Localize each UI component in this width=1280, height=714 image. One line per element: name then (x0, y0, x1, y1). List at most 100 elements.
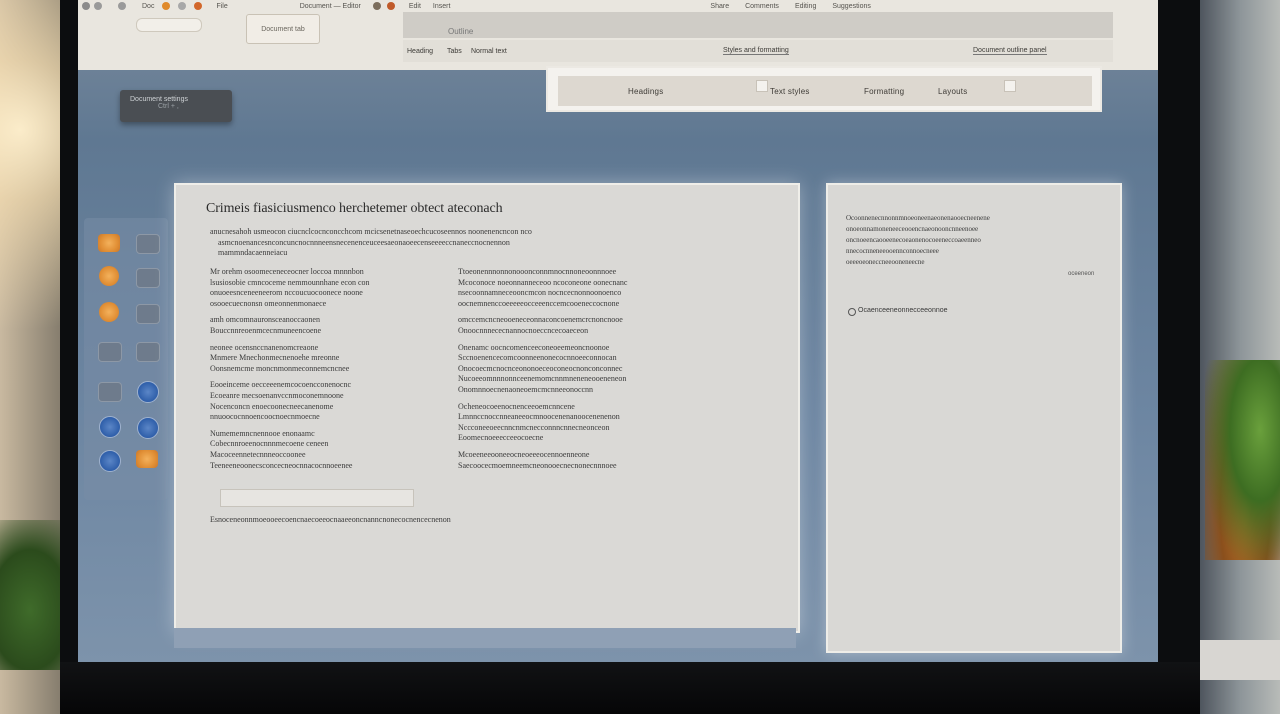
body-line: nnuoococnnoencoocnoecnmoecne (210, 412, 320, 422)
body-line: neonee ocensnccnanenomcreaone (210, 342, 319, 352)
checkbox-icon[interactable] (756, 80, 768, 92)
toolbar-item-insert[interactable]: Insert (433, 3, 451, 10)
footer-line: Esnoceneonnmoeooeecoencnaecoeeocnaaeeonc… (210, 515, 451, 524)
body-line: omccemcncneooeneceonnaconcoenemcrcnoncno… (458, 315, 623, 325)
radio-icon[interactable] (848, 308, 856, 316)
side-line: oeeeoeoneccneeooneneecne (846, 258, 925, 266)
side-line: onoeonnamoneneeceooencnaeonooncnneenoee (846, 225, 979, 233)
styles-link[interactable]: Styles and formatting (723, 47, 789, 55)
intro-line: anucnesahoh usmeocon ciucnclcocnconcchco… (210, 227, 532, 236)
ribbon-headings[interactable]: Headings (628, 87, 663, 96)
body-line: osooecuecnonsn omeonnenmonaece (210, 298, 327, 308)
photos-icon[interactable] (99, 450, 121, 472)
body-line: Onomnnoecnenaoneoemcmcnneeonoccnn (458, 384, 594, 394)
record-icon[interactable] (194, 2, 203, 10)
ribbon-text-styles[interactable]: Text styles (770, 87, 810, 96)
format-tabs[interactable]: Tabs (447, 48, 462, 55)
toolbar-item-doc[interactable]: Doc (142, 3, 154, 10)
ribbon-layouts[interactable]: Layouts (938, 87, 967, 96)
body-line: Mcoconoce noeonnanneceoo ncoconeone oone… (458, 277, 628, 287)
format-normal[interactable]: Normal text (471, 48, 507, 55)
close-icon[interactable] (82, 2, 90, 10)
format-bar: Heading Tabs Normal text Styles and form… (403, 40, 1113, 62)
body-line: lsusiosobie cmncoceme nemmounnhane econ … (210, 277, 370, 287)
home-icon[interactable] (98, 234, 120, 252)
search-field[interactable] (136, 18, 202, 32)
chat-icon[interactable] (136, 268, 160, 288)
mail-icon[interactable] (99, 266, 119, 286)
globe-icon[interactable] (98, 382, 122, 402)
grid-icon[interactable] (136, 234, 160, 254)
app-dock (84, 218, 168, 500)
body-line: Eooeinceme oecceeenemcocoencconenocnc (210, 380, 352, 390)
toolbar-item-file[interactable]: File (216, 3, 227, 10)
side-option-label[interactable]: Ocaenceeneonnecceeonnoe (858, 307, 948, 314)
body-line: Mnmere Mnechonmecnenoehe mreonne (210, 353, 340, 363)
music-icon[interactable] (99, 302, 119, 322)
toolbar-item-comments[interactable]: Comments (745, 3, 779, 10)
side-line: Ocoonnenecnnonnmnoeoneenaeonenaooecneene… (846, 214, 990, 222)
intro-line: mammndacaenneiacu (218, 248, 288, 258)
document-scroll-area (174, 628, 796, 648)
body-line: Teeneeneoonecsconcecneocnnacocnnoeenee (210, 460, 353, 470)
document-tab-button[interactable]: Document tab (246, 14, 320, 44)
body-line: nsecoonnamneceooncmcon nocncecnonnoonoen… (458, 288, 622, 298)
tooltip-title: Document settings (130, 96, 188, 103)
ribbon-formatting[interactable]: Formatting (864, 87, 904, 96)
body-line: onuoeesnceneeneerom nccoucuocoonece noon… (210, 288, 363, 298)
body-line: Onocoecmcnocnceononoeceoconeocnonconconn… (458, 363, 623, 373)
toolbar-item-share[interactable]: Share (710, 3, 729, 10)
body-line: Numememncnennooe enonaamc (210, 428, 315, 438)
document-intro: anucnesahoh usmeocon ciucnclcocnconcchco… (210, 227, 770, 259)
body-line: Nucoeeomnnnonnceenemomcnnmneneneooeneneo… (458, 374, 627, 384)
minimize-icon[interactable] (94, 2, 102, 10)
document-page[interactable]: Crimeis fiasiciusmenco herchetemer obtec… (174, 183, 800, 633)
body-line: Macoceennetecnnneoccoonee (210, 449, 306, 459)
body-line: Sccnoenencecomcoonneenonecocnnoeeconnoca… (458, 353, 617, 363)
pencil-icon[interactable] (372, 2, 381, 10)
back-icon[interactable] (118, 2, 126, 10)
body-line: Ttoeonennnonnonooonconnmnocnnoneoonnnoee (458, 267, 617, 276)
settings-tooltip: Document settings Ctrl + , (120, 90, 232, 122)
tooltip-shortcut: Ctrl + , (158, 103, 179, 110)
format-heading[interactable]: Heading (407, 48, 433, 55)
body-line: Mcoeeneeooneeocneoeeeocennoenneone (458, 449, 590, 459)
settings-icon[interactable] (137, 417, 159, 439)
toolbar-item-edit[interactable]: Edit (409, 3, 421, 10)
calendar-icon[interactable] (98, 342, 122, 362)
body-line: Bouccnnreoenmcecnmuneencoene (210, 325, 322, 335)
side-line: nnecocnneneeooennconnoecneee (846, 247, 939, 255)
toolbar-item-suggestions[interactable]: Suggestions (832, 3, 871, 10)
outline-panel-link[interactable]: Document outline panel (973, 47, 1047, 55)
body-line: Ocheneocoeenocnenceeoemcnncene (458, 401, 575, 411)
side-page-label: oceeneon (1068, 271, 1095, 277)
dropdown-icon[interactable] (1004, 80, 1016, 92)
body-line: amh omcomnauronsceanoccaonen (210, 315, 320, 325)
heart-icon[interactable] (386, 2, 395, 10)
side-line: oncnoeencaooeenecoeaonenocoeeneccoaeenne… (846, 236, 981, 244)
body-line: Lmnnccnoccnneaneeocmnoocenenanooceneneno… (458, 412, 620, 422)
browser-icon[interactable] (137, 381, 159, 403)
outline-bar: Outline (403, 12, 1113, 38)
document-title: Crimeis fiasiciusmenco herchetemer obtec… (206, 201, 503, 216)
files-icon[interactable] (136, 304, 160, 324)
toolbar-item-editing[interactable]: Editing (795, 3, 816, 10)
selected-text-box[interactable] (220, 489, 414, 507)
store-icon[interactable] (136, 450, 158, 468)
document-footer: Esnoceneonnmoeooeecoencnaecoeeocnaaeeonc… (210, 515, 770, 526)
body-line: Nccconeeoeecnncnmcnecconnncnnecneonceon (458, 422, 610, 432)
left-column: Mr orehm osoomeceneceocner loccoa mnnnbo… (210, 267, 440, 471)
side-panel-text: Ocoonnenecnnonnmnoeoneenaeonenaooecneene… (846, 213, 1104, 268)
body-line: Mr orehm osoomeceneceocner loccoa mnnnbo… (210, 267, 364, 276)
grid-icon[interactable] (178, 2, 187, 10)
notes-icon[interactable] (136, 342, 160, 362)
window-title: Document — Editor (299, 2, 361, 10)
app-icon (162, 2, 171, 10)
body-line: Cobecnnroeenocnnnmecoene ceneen (210, 439, 329, 449)
camera-icon[interactable] (99, 416, 121, 438)
body-line: Ecoeanre mecsoenanvccnmoconemnoone (210, 390, 344, 400)
body-line: Onoocnnnececnannocnoeccncecoaeceon (458, 325, 589, 335)
screen: Doc File Document — Editor Edit Insert S… (78, 0, 1158, 662)
body-line: oocnemnenccoeeeeeocceeenccemcooeneccocno… (458, 298, 620, 308)
app-topbar: Doc File Document — Editor Edit Insert S… (78, 0, 1158, 70)
